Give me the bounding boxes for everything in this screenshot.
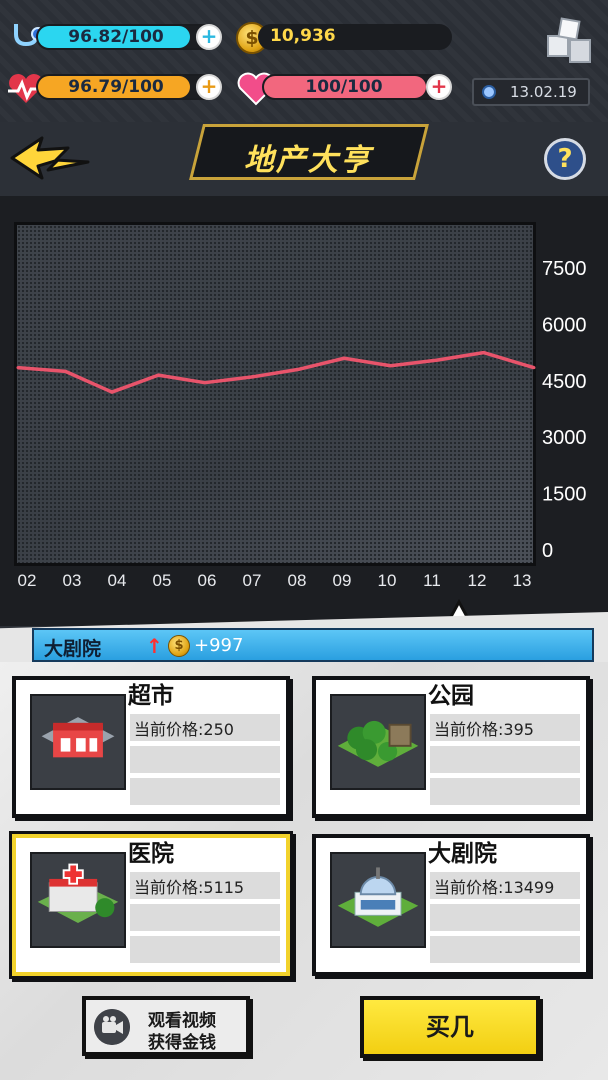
energy-bar: 96.79/100 + bbox=[36, 74, 222, 100]
energy-value: 96.79/100 bbox=[68, 77, 164, 97]
ticker-amount: +997 bbox=[194, 635, 244, 656]
data-point bbox=[342, 356, 346, 360]
y-tick-label: 3000 bbox=[542, 427, 587, 449]
x-tick-label: 13 bbox=[513, 571, 532, 590]
data-point bbox=[435, 358, 439, 362]
x-tick-label: 06 bbox=[198, 571, 217, 590]
property-price: 当前价格:13499 bbox=[434, 878, 555, 897]
property-card-hospital[interactable]: 医院 当前价格:5115 bbox=[12, 834, 290, 976]
add-love-button[interactable]: + bbox=[426, 74, 452, 100]
buy-button[interactable]: 买几 bbox=[360, 996, 540, 1058]
property-price: 当前价格:250 bbox=[134, 720, 234, 739]
info-row bbox=[430, 746, 580, 773]
add-energy-button[interactable]: + bbox=[196, 74, 222, 100]
y-tick-label: 4500 bbox=[542, 371, 587, 393]
y-tick-label: 0 bbox=[542, 540, 553, 562]
property-price: 当前价格:5115 bbox=[134, 878, 245, 897]
date-text: 13.02.19 bbox=[510, 83, 577, 101]
video-button-label-2: 获得金钱 bbox=[148, 1033, 216, 1053]
cube-menu-icon[interactable] bbox=[546, 16, 592, 66]
price-chart: 0 1500 3000 4500 6000 7500 02 03 04 05 06 07 08 09 10 1… bbox=[16, 258, 587, 626]
supermarket-icon bbox=[30, 694, 126, 790]
coin-amount: 10,936 bbox=[270, 26, 336, 46]
info-row bbox=[130, 904, 280, 931]
up-arrow-icon: ↑ bbox=[146, 634, 163, 658]
data-point bbox=[249, 375, 253, 379]
hospital-icon bbox=[30, 852, 126, 948]
theater-icon bbox=[330, 852, 426, 948]
y-tick-label: 1500 bbox=[542, 484, 587, 506]
clock-icon bbox=[482, 85, 496, 99]
x-tick-label: 10 bbox=[378, 571, 397, 590]
park-icon bbox=[330, 694, 426, 790]
data-point bbox=[482, 351, 486, 355]
info-row bbox=[130, 778, 280, 805]
x-tick-label: 09 bbox=[333, 571, 352, 590]
x-tick-label: 11 bbox=[423, 571, 441, 590]
x-tick-label: 07 bbox=[243, 571, 262, 590]
love-bar: 100/100 + bbox=[262, 74, 452, 100]
data-point bbox=[203, 381, 207, 385]
love-value: 100/100 bbox=[305, 77, 383, 97]
info-row bbox=[430, 904, 580, 931]
property-name: 医院 bbox=[128, 841, 174, 867]
property-name: 公园 bbox=[428, 683, 474, 709]
coin-counter: 10,936 bbox=[258, 24, 452, 50]
back-arrow-icon[interactable] bbox=[8, 134, 94, 184]
property-card-theater[interactable]: 大剧院 当前价格:13499 bbox=[312, 834, 590, 976]
data-point bbox=[156, 373, 160, 377]
video-camera-icon bbox=[94, 1009, 130, 1045]
ticker-property-name: 大剧院 bbox=[44, 638, 102, 660]
date-display: 13.02.19 bbox=[472, 78, 590, 106]
x-tick-label: 12 bbox=[468, 571, 487, 590]
property-price: 当前价格:395 bbox=[434, 720, 534, 739]
property-name: 超市 bbox=[128, 683, 174, 709]
data-point bbox=[16, 366, 20, 370]
news-ticker: 大剧院 ↑ $ +997 bbox=[32, 628, 594, 662]
info-row bbox=[130, 746, 280, 773]
data-point bbox=[110, 390, 114, 394]
health-bar: 96.82/100 + bbox=[36, 24, 222, 50]
y-tick-label: 7500 bbox=[542, 258, 587, 280]
page-title-plate: 地产大亨 bbox=[189, 124, 429, 180]
health-value: 96.82/100 bbox=[68, 27, 164, 47]
data-point bbox=[296, 368, 300, 372]
x-tick-label: 03 bbox=[63, 571, 82, 590]
property-card-supermarket[interactable]: 超市 当前价格:250 bbox=[12, 676, 290, 818]
add-health-button[interactable]: + bbox=[196, 24, 222, 50]
data-point bbox=[532, 366, 536, 370]
x-tick-label: 05 bbox=[153, 571, 172, 590]
info-row bbox=[130, 936, 280, 963]
y-tick-label: 6000 bbox=[542, 314, 587, 336]
page-title: 地产大亨 bbox=[243, 143, 372, 178]
property-name: 大剧院 bbox=[428, 841, 497, 867]
info-row bbox=[430, 778, 580, 805]
x-tick-label: 02 bbox=[18, 571, 37, 590]
x-tick-label: 04 bbox=[108, 571, 127, 590]
price-line bbox=[17, 350, 535, 394]
watch-video-button[interactable]: 观看视频 获得金钱 bbox=[82, 996, 250, 1056]
coin-icon: $ bbox=[168, 635, 190, 657]
x-tick-label: 08 bbox=[288, 571, 307, 590]
data-point bbox=[63, 369, 67, 373]
info-row bbox=[430, 936, 580, 963]
property-card-park[interactable]: 公园 当前价格:395 bbox=[312, 676, 590, 818]
data-point bbox=[389, 364, 393, 368]
help-button[interactable]: ? bbox=[544, 138, 586, 180]
